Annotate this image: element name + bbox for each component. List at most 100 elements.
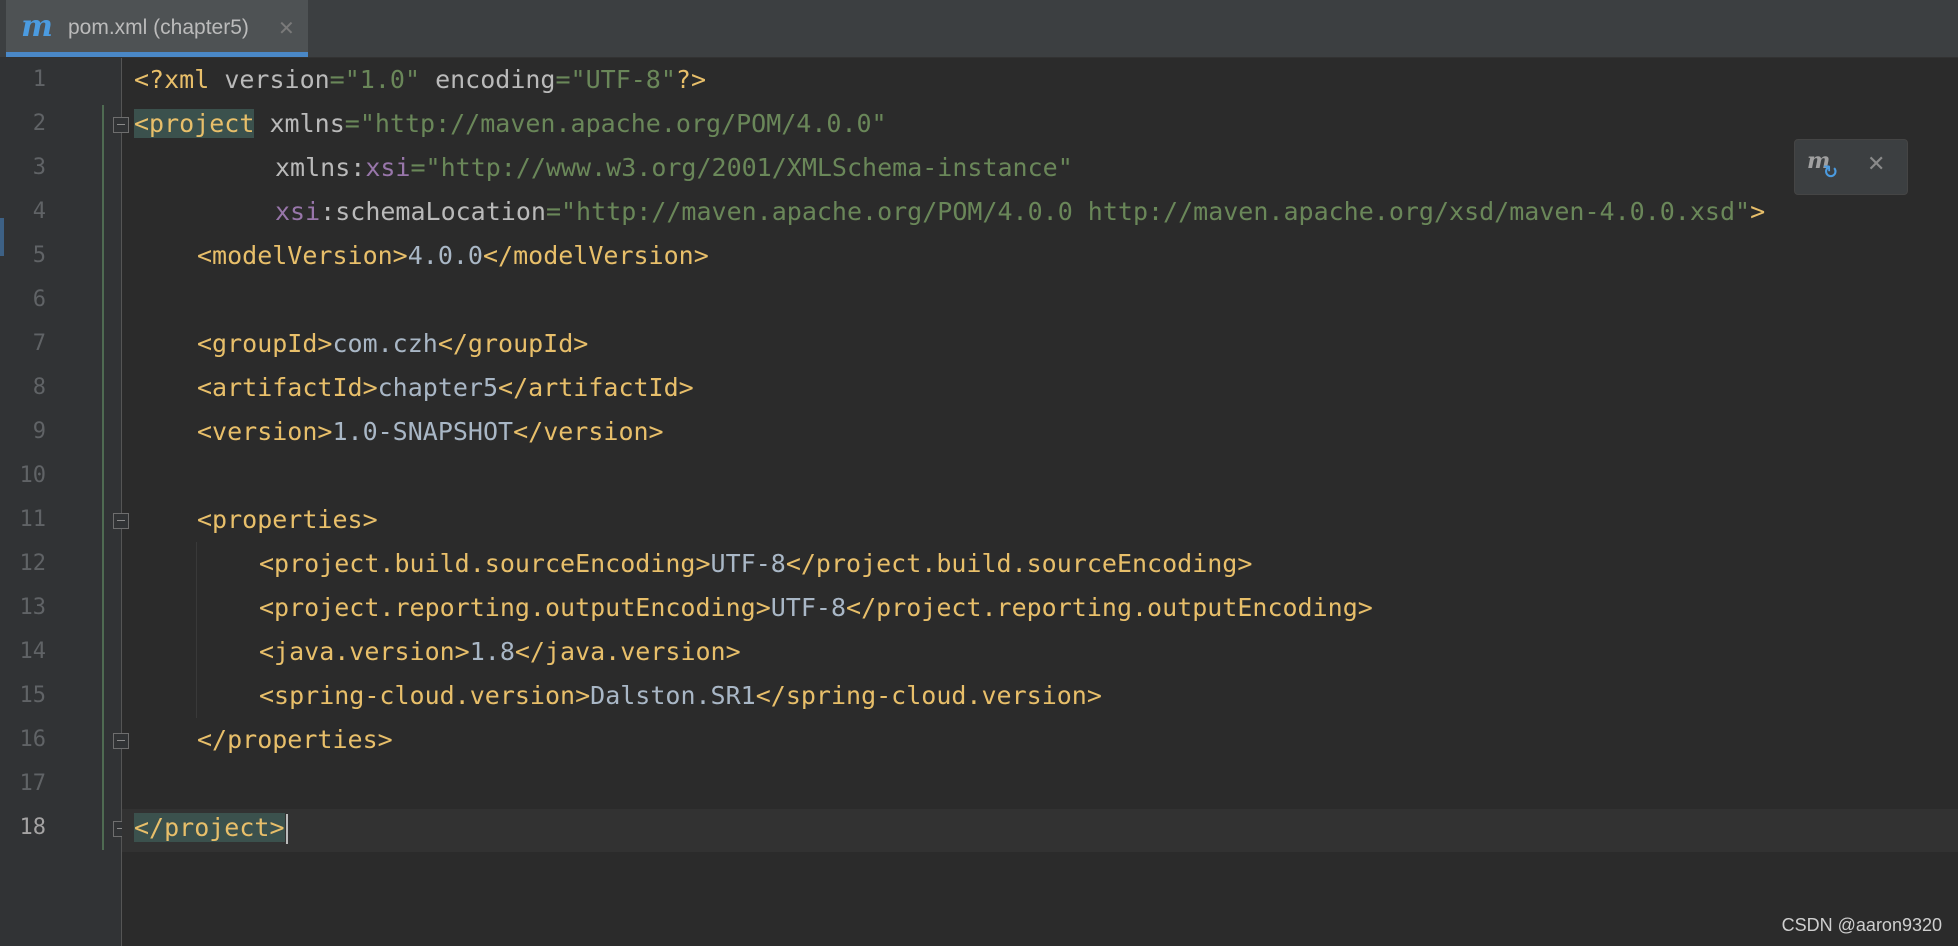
code-line-7: <groupId>com.czh</groupId>: [197, 322, 588, 366]
maven-file-icon: m: [21, 9, 53, 44]
line-number: 8: [32, 375, 46, 400]
tag-text: 1.8: [469, 637, 515, 666]
code-line-11: <properties>: [197, 498, 378, 542]
code-line-18: </project>: [134, 806, 288, 850]
code-line-3: xmlns:xsi="http://www.w3.org/2001/XMLSch…: [275, 146, 1073, 190]
line-number: 2: [32, 111, 46, 136]
eq: =: [555, 65, 571, 94]
colon: :: [320, 197, 336, 226]
tag-text: UTF-8: [770, 593, 847, 622]
tag-end: >: [1750, 197, 1766, 226]
line-number: 10: [19, 463, 47, 488]
code-line-13: <project.reporting.outputEncoding>UTF-8<…: [259, 586, 1373, 630]
tag-close: </groupId>: [437, 329, 589, 358]
code-line-16: </properties>: [197, 718, 393, 762]
tag-close: </project.reporting.outputEncoding>: [846, 593, 1373, 622]
load-maven-changes-button[interactable]: m ↻: [1805, 148, 1845, 186]
code-line-15: <spring-cloud.version>Dalston.SR1</sprin…: [259, 674, 1102, 718]
maven-reload-popup: m ↻ ✕: [1794, 139, 1908, 195]
tag-text: chapter5: [377, 373, 499, 402]
attr-name: schemaLocation: [335, 197, 546, 226]
eq: =: [344, 109, 360, 138]
line-number: 7: [32, 331, 46, 356]
tag-text: com.czh: [332, 329, 438, 358]
fold-properties-end-icon[interactable]: [113, 733, 129, 749]
tag-open: <version>: [197, 417, 333, 446]
tag-text: 4.0.0: [407, 241, 483, 270]
code-line-8: <artifactId>chapter5</artifactId>: [197, 366, 694, 410]
code-line-2: <project xmlns="http://maven.apache.org/…: [134, 102, 887, 146]
line-number: 16: [19, 727, 47, 752]
attr-name: version: [224, 65, 330, 94]
tag-open: <project.reporting.outputEncoding>: [259, 593, 771, 622]
attr-value: "UTF-8": [570, 65, 676, 94]
line-number: 17: [19, 771, 47, 796]
namespace: xsi: [275, 197, 321, 226]
tag-close: </project.build.sourceEncoding>: [785, 549, 1253, 578]
tag-close: </spring-cloud.version>: [755, 681, 1102, 710]
line-number: 13: [19, 595, 47, 620]
tag-close: </java.version>: [514, 637, 741, 666]
tag-close: </project>: [134, 813, 285, 842]
tag-text: Dalston.SR1: [590, 681, 756, 710]
line-number: 6: [32, 287, 46, 312]
line-number: 12: [19, 551, 47, 576]
tag-open: <spring-cloud.version>: [259, 681, 591, 710]
line-number: 3: [32, 155, 46, 180]
eq: =: [545, 197, 561, 226]
line-number: 15: [19, 683, 47, 708]
tag-open: <properties>: [197, 505, 378, 534]
vcs-change-marker[interactable]: [102, 105, 104, 850]
code-line-4: xsi:schemaLocation="http://maven.apache.…: [275, 190, 1765, 234]
eq: =: [410, 153, 426, 182]
line-number: 4: [32, 199, 46, 224]
tab-close-icon[interactable]: ✕: [278, 16, 295, 40]
tag-open: <modelVersion>: [197, 241, 408, 270]
tag-open: <artifactId>: [197, 373, 378, 402]
active-tab-indicator: [6, 52, 308, 57]
tag-text: 1.0-SNAPSHOT: [332, 417, 514, 446]
editor-tab-bar: m pom.xml (chapter5) ✕: [0, 0, 1958, 58]
code-line-12: <project.build.sourceEncoding>UTF-8</pro…: [259, 542, 1252, 586]
attr-value: "1.0": [344, 65, 420, 94]
xml-decl-close: ?>: [675, 65, 707, 94]
close-icon[interactable]: ✕: [1867, 152, 1885, 177]
watermark: CSDN @aaron9320: [1781, 915, 1942, 935]
refresh-icon: ↻: [1823, 162, 1839, 183]
fold-project-icon[interactable]: [113, 117, 129, 133]
tag-close: </properties>: [197, 725, 393, 754]
attr-name: xmlns: [275, 153, 351, 182]
attr-name: encoding: [435, 65, 556, 94]
code-line-9: <version>1.0-SNAPSHOT</version>: [197, 410, 664, 454]
fold-properties-icon[interactable]: [113, 513, 129, 529]
line-number: 11: [19, 507, 47, 532]
tab-title: pom.xml (chapter5): [68, 16, 249, 39]
current-line-highlight: [122, 809, 1958, 852]
text-caret: [285, 814, 288, 844]
tag-close: </artifactId>: [498, 373, 694, 402]
code-line-14: <java.version>1.8</java.version>: [259, 630, 741, 674]
code-line-5: <modelVersion>4.0.0</modelVersion>: [197, 234, 709, 278]
xml-decl-open: <?xml: [134, 65, 225, 94]
code-line-1: <?xml version="1.0" encoding="UTF-8"?>: [134, 58, 706, 102]
tag-open: <java.version>: [259, 637, 470, 666]
attr-name: xmlns: [269, 109, 345, 138]
namespace: xsi: [365, 153, 411, 182]
indent-guide: [196, 542, 197, 718]
tag-text: UTF-8: [710, 549, 786, 578]
tab-pom-xml[interactable]: m pom.xml (chapter5) ✕: [6, 0, 308, 57]
eq: =: [329, 65, 345, 94]
line-number: 14: [19, 639, 47, 664]
line-number: 9: [32, 419, 46, 444]
attr-value: "http://maven.apache.org/POM/4.0.0 http:…: [561, 197, 1751, 226]
tag-open: <project: [134, 109, 255, 138]
tag-close: </modelVersion>: [482, 241, 709, 270]
line-number: 1: [32, 67, 46, 92]
structure-strip-marker: [0, 218, 4, 256]
line-number-current: 18: [19, 815, 47, 840]
tag-open: <groupId>: [197, 329, 333, 358]
tag-open: <project.build.sourceEncoding>: [259, 549, 711, 578]
attr-value: "http://www.w3.org/2001/XMLSchema-instan…: [425, 153, 1073, 182]
